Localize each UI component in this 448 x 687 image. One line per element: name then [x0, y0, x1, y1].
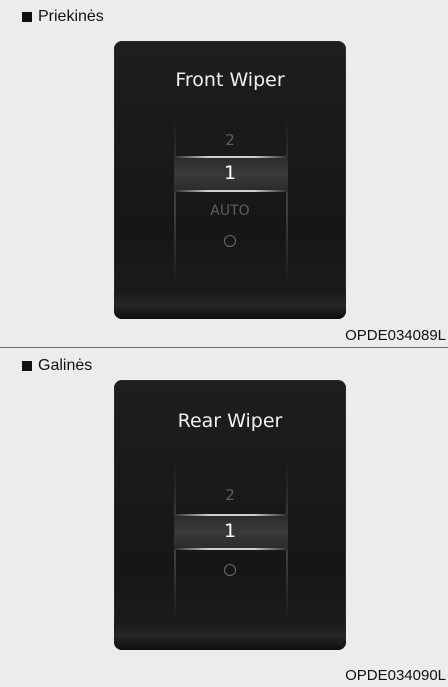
rear-heading-label: Galinės: [38, 357, 93, 374]
rear-heading: Galinės: [22, 357, 92, 375]
panel-bottom-bevel: [114, 622, 346, 650]
front-option-1-selected[interactable]: 1: [114, 162, 346, 184]
circle-off-icon[interactable]: [224, 564, 236, 576]
section-divider: [0, 347, 448, 348]
rear-option-2[interactable]: 2: [114, 486, 346, 504]
rear-option-1-selected[interactable]: 1: [114, 520, 346, 542]
circle-off-icon[interactable]: [224, 235, 236, 247]
front-wiper-panel: Front Wiper 2 1 AUTO: [114, 41, 346, 319]
rear-wiper-section: Galinės Rear Wiper 2 1 OPDE034090L: [0, 349, 448, 687]
panel-bottom-bevel: [114, 291, 346, 319]
rear-wiper-panel: Rear Wiper 2 1: [114, 380, 346, 650]
front-heading-label: Priekinės: [38, 8, 104, 25]
square-bullet-icon: [22, 361, 32, 371]
front-option-2[interactable]: 2: [114, 131, 346, 149]
front-wiper-section: Priekinės Front Wiper 2 1 AUTO OPDE03408…: [0, 0, 448, 348]
rear-wiper-title: Rear Wiper: [177, 410, 283, 432]
rear-image-code: OPDE034090L: [345, 667, 446, 684]
front-heading: Priekinės: [22, 8, 104, 26]
front-wiper-title: Front Wiper: [175, 69, 285, 91]
front-option-auto[interactable]: AUTO: [114, 203, 346, 219]
front-image-code: OPDE034089L: [345, 327, 446, 344]
square-bullet-icon: [22, 12, 32, 22]
